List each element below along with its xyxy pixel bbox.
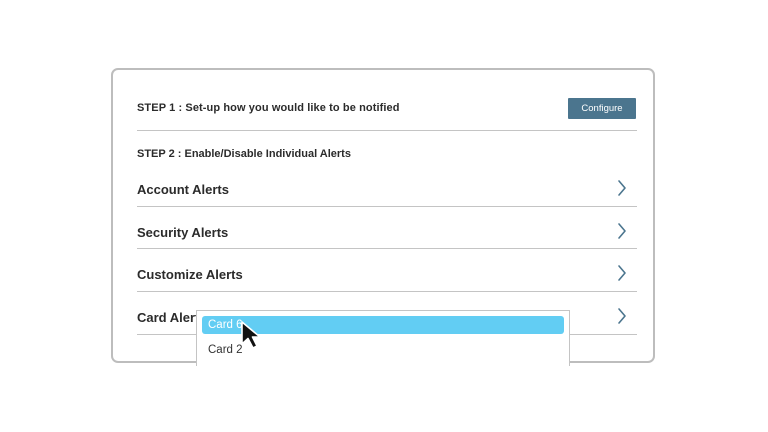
- divider-account: [137, 206, 637, 207]
- dropdown-option-card-6[interactable]: Card 6: [202, 316, 564, 334]
- step1-row: STEP 1 : Set-up how you would like to be…: [137, 98, 637, 120]
- configure-button[interactable]: Configure: [568, 98, 636, 119]
- divider-customize: [137, 291, 637, 292]
- dropdown-option-card-2[interactable]: Card 2: [202, 341, 564, 359]
- screen: STEP 1 : Set-up how you would like to be…: [0, 0, 768, 432]
- divider-security: [137, 248, 637, 249]
- alert-label-customize: Customize Alerts: [137, 267, 243, 282]
- chevron-right-icon: [618, 180, 626, 196]
- alert-row-security[interactable]: Security Alerts: [137, 215, 637, 255]
- step2-instruction: STEP 2 : Enable/Disable Individual Alert…: [137, 148, 351, 160]
- divider-step1: [137, 130, 637, 131]
- chevron-right-icon: [618, 265, 626, 281]
- alert-label-account: Account Alerts: [137, 182, 229, 197]
- alert-label-security: Security Alerts: [137, 225, 229, 240]
- step1-instruction: STEP 1 : Set-up how you would like to be…: [137, 102, 400, 114]
- card-select-dropdown[interactable]: Card 6 Card 2: [196, 310, 570, 366]
- chevron-right-icon: [618, 223, 626, 239]
- chevron-right-icon: [618, 308, 626, 324]
